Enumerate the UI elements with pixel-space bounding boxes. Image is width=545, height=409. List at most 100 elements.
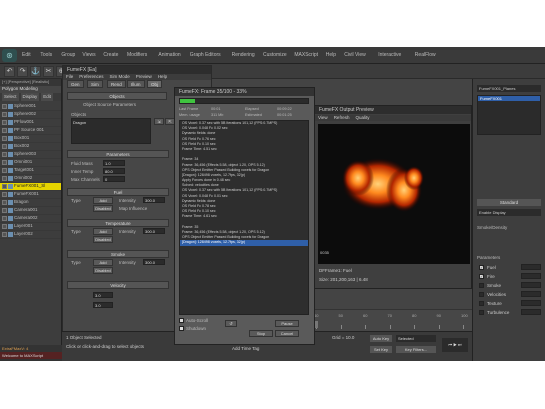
visibility-icon[interactable] (2, 136, 7, 141)
scene-item[interactable]: Bragon (0, 199, 61, 207)
add-time-tag[interactable]: Add Time Tag (232, 346, 259, 351)
section-temperature[interactable]: Temperature (67, 219, 169, 227)
option-value-field[interactable] (521, 264, 541, 270)
visibility-icon[interactable] (2, 104, 7, 109)
menu-item-animation[interactable]: Animation (158, 52, 180, 58)
fuel-disabled-button[interactable]: Disabled (93, 205, 113, 212)
section-velocity[interactable]: Velocity (67, 281, 169, 289)
menu-item-graph-editors[interactable]: Graph Editors (190, 52, 221, 58)
menu-item-modifiers[interactable]: Modifiers (127, 52, 147, 58)
objects-list-item[interactable]: Dragon (72, 119, 150, 126)
option-checkbox-fire[interactable]: ✓ (479, 274, 484, 279)
visibility-icon[interactable] (2, 176, 7, 181)
toolbar-button-1[interactable]: ↷ (17, 66, 28, 77)
section-objects[interactable]: Objects (67, 92, 167, 100)
visibility-icon[interactable] (2, 160, 7, 165)
scene-item[interactable]: Sphere003 (0, 151, 61, 159)
option-checkbox-fuel[interactable]: ✓ (479, 265, 484, 270)
tab-obj[interactable]: Obj (147, 80, 163, 88)
pick-object-button[interactable]: ⇲ (154, 118, 164, 125)
scene-item[interactable]: Omni002 (0, 175, 61, 183)
visibility-icon[interactable] (2, 192, 7, 197)
menu-item-views[interactable]: Views (82, 52, 95, 58)
option-checkbox-texture[interactable] (479, 301, 484, 306)
pause-button[interactable]: Pause (275, 320, 299, 327)
temp-disabled-button[interactable]: Disabled (93, 236, 113, 243)
visibility-icon[interactable] (2, 224, 7, 229)
tab-rend[interactable]: Rend (107, 80, 126, 88)
option-value-field[interactable] (521, 291, 541, 297)
display-dropdown[interactable]: Enable Display (477, 209, 541, 216)
scene-item[interactable]: Camera002 (0, 215, 61, 223)
fuel-type-button[interactable]: Add (93, 197, 113, 204)
visibility-icon[interactable] (2, 216, 7, 221)
param-field[interactable]: 0 (103, 176, 125, 182)
scene-item[interactable]: PFlow001 (0, 119, 61, 127)
menu-item-tools[interactable]: Tools (40, 52, 52, 58)
visibility-icon[interactable] (2, 152, 7, 157)
preview-menu-quality[interactable]: Quality (355, 115, 369, 121)
menu-item-edit[interactable]: Edit (22, 52, 31, 58)
velocity-field-2[interactable]: 3.0 (93, 302, 113, 308)
preview-menu-view[interactable]: View (318, 115, 328, 121)
simulation-log[interactable]: OS Voxel: 0.37 sec with 5B Iterations 10… (179, 120, 309, 315)
scene-item[interactable]: Layer002 (0, 231, 61, 239)
option-value-field[interactable] (521, 300, 541, 306)
modifier-list-item-1[interactable]: FumeFX001_Planes (477, 85, 541, 92)
option-checkbox-smoke[interactable] (479, 283, 484, 288)
key-mode-dropdown[interactable]: Selected (396, 335, 436, 342)
smoke-disabled-button[interactable]: Disabled (93, 267, 113, 274)
objects-listbox[interactable]: Dragon (71, 118, 151, 144)
app-logo-icon[interactable]: ⊛ (2, 49, 17, 62)
toolbar-button-0[interactable]: ↶ (4, 66, 15, 77)
fuel-intensity-field[interactable]: 300.0 (143, 197, 165, 203)
menu-item-interactive[interactable]: Interactive (378, 52, 401, 58)
scene-item[interactable]: Box002 (0, 143, 61, 151)
cancel-button[interactable]: Cancel (275, 330, 299, 337)
scene-item[interactable]: Target001 (0, 167, 61, 175)
section-parameters[interactable]: Parameters (67, 150, 169, 158)
tab-illum[interactable]: Illum (127, 80, 145, 88)
temp-intensity-field[interactable]: 300.0 (143, 228, 165, 234)
scene-item[interactable]: Box001 (0, 135, 61, 143)
visibility-icon[interactable] (2, 232, 7, 237)
section-standard[interactable]: Standard (477, 199, 541, 206)
rewind-icon[interactable]: ↺ (225, 320, 237, 327)
option-value-field[interactable] (521, 273, 541, 279)
stop-button[interactable]: Stop (249, 330, 273, 337)
scene-item[interactable]: Omni001 (0, 159, 61, 167)
menu-item-group[interactable]: Group (61, 52, 75, 58)
section-smoke[interactable]: Smoke (67, 250, 169, 258)
smoke-intensity-field[interactable]: 300.0 (143, 259, 165, 265)
scene-item[interactable]: FumeFX001 (0, 191, 61, 199)
status-line-2[interactable]: Welcome to MAXScript (0, 352, 62, 359)
param-field[interactable]: 1.0 (103, 160, 125, 166)
velocity-field[interactable]: 3.0 (93, 292, 113, 298)
menu-item-maxscript[interactable]: MAXScript (294, 52, 318, 58)
scene-item[interactable]: FumeFX001_Sl (0, 183, 61, 191)
key-filters-button[interactable]: Key Filters... (396, 346, 436, 353)
playback-controls[interactable]: ⏮ ▶ ⏭ (442, 338, 468, 352)
visibility-icon[interactable] (2, 128, 7, 133)
option-value-field[interactable] (521, 282, 541, 288)
tab-sim[interactable]: Sim (87, 80, 103, 88)
visibility-icon[interactable] (2, 184, 7, 189)
temp-type-button[interactable]: Add (93, 228, 113, 235)
set-key-button[interactable]: Set Key (370, 346, 392, 353)
auto-scroll-checkbox[interactable] (179, 318, 184, 323)
visibility-icon[interactable] (2, 208, 7, 213)
modifier-stack[interactable]: FumeFX001 (477, 95, 541, 135)
option-checkbox-velocities[interactable] (479, 292, 484, 297)
tab-gen[interactable]: Gen (67, 80, 84, 88)
scene-item[interactable]: Sphere002 (0, 111, 61, 119)
scene-item[interactable]: Layer001 (0, 223, 61, 231)
scene-item[interactable]: PF Source 001 (0, 127, 61, 135)
visibility-icon[interactable] (2, 112, 7, 117)
menu-item-realflow[interactable]: RealFlow (415, 52, 436, 58)
visibility-icon[interactable] (2, 200, 7, 205)
shutdown-checkbox[interactable] (179, 326, 184, 331)
menu-item-create[interactable]: Create (103, 52, 118, 58)
modifier-stack-item[interactable]: FumeFX001 (478, 96, 540, 101)
visibility-icon[interactable] (2, 120, 7, 125)
smoke-type-button[interactable]: Add (93, 259, 113, 266)
